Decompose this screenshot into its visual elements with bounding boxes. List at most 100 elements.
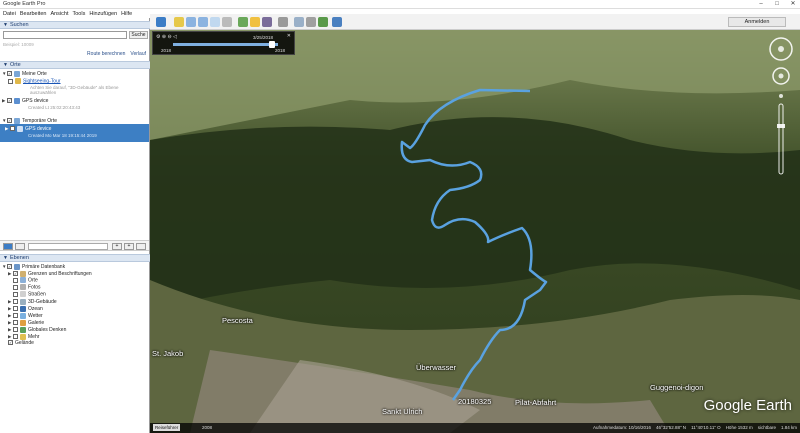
list-icon[interactable] [15, 243, 25, 250]
street-view-icon[interactable] [779, 94, 783, 98]
checkbox[interactable] [13, 334, 18, 340]
maximize-button[interactable]: □ [772, 0, 782, 8]
label-track-date[interactable]: 20180325 [458, 397, 491, 406]
navigation-controls[interactable] [768, 36, 794, 186]
sidebar-toggle-icon[interactable] [156, 17, 166, 27]
move-down-icon[interactable]: + [124, 243, 134, 250]
places-header[interactable]: ▼ Orte [0, 61, 150, 69]
layer-photos[interactable]: Fotos [13, 284, 41, 291]
look-joystick[interactable] [778, 46, 784, 52]
checkbox[interactable]: ✓ [7, 71, 12, 77]
label-guggenoi[interactable]: Guggenoi-digon [650, 383, 703, 392]
tree-item-sightseeing[interactable]: Sightseeing-Tour [8, 78, 61, 85]
checkbox[interactable] [13, 313, 18, 319]
tree-item-gps-device-temp[interactable]: ▶ ✓ GPS device [5, 125, 51, 132]
historical-imagery-icon[interactable] [238, 17, 248, 27]
save-image-icon[interactable] [332, 17, 342, 27]
minimize-button[interactable]: – [756, 0, 766, 8]
label-pescosta[interactable]: Pescosta [222, 316, 253, 325]
layer-terrain[interactable]: ✓ Gelände [8, 340, 34, 347]
tour-guide-button[interactable]: Reiseführer [153, 424, 181, 431]
checkbox[interactable] [13, 284, 18, 290]
label-st-jakob[interactable]: St. Jakob [152, 349, 183, 358]
timeslider-thumb[interactable] [269, 41, 275, 48]
menu-ansicht[interactable]: Ansicht [50, 11, 68, 17]
search-header[interactable]: ▼ Suchen [0, 21, 150, 29]
email-icon[interactable] [294, 17, 304, 27]
move-up-icon[interactable]: + [112, 243, 122, 250]
layer-roads[interactable]: Straßen [13, 291, 46, 298]
checkbox[interactable] [13, 306, 18, 312]
layer-weather[interactable]: ▶ Wetter [8, 312, 43, 319]
menu-datei[interactable]: Datei [3, 11, 16, 17]
sunlight-icon[interactable] [250, 17, 260, 27]
layer-3d[interactable]: ▶ 3D-Gebäude [8, 298, 57, 305]
checkbox[interactable]: ✓ [7, 264, 12, 270]
buildings-icon [20, 298, 26, 305]
tree-item-meine-orte[interactable]: ▼ ✓ Meine Orte [2, 70, 47, 77]
timeslider-close-icon[interactable]: ✕ [287, 33, 291, 39]
label-sankt-ulrich[interactable]: Sankt Ulrich [382, 407, 422, 416]
checkbox[interactable] [13, 277, 18, 283]
menu-bar: Datei Bearbeiten Ansicht Tools Hinzufüge… [0, 9, 150, 18]
layer-ocean[interactable]: ▶ Ozean [8, 305, 43, 312]
close-button[interactable]: ✕ [788, 0, 798, 8]
checkbox[interactable]: ✓ [8, 340, 13, 346]
menu-hilfe[interactable]: Hilfe [121, 11, 132, 17]
label-pilat[interactable]: Pilat-Abfahrt [515, 398, 556, 407]
add-path-icon[interactable] [198, 17, 208, 27]
move-joystick[interactable] [778, 73, 784, 79]
add-polygon-icon[interactable] [186, 17, 196, 27]
menu-bearbeiten[interactable]: Bearbeiten [20, 11, 47, 17]
layer-primary-db[interactable]: ▼ ✓ Primäre Datenbank [2, 263, 65, 270]
search-places-icon[interactable] [3, 243, 13, 250]
tour-icon [15, 78, 21, 84]
checkbox[interactable] [13, 291, 18, 297]
zoom-slider[interactable] [778, 103, 784, 175]
record-tour-icon[interactable] [222, 17, 232, 27]
gps-track [400, 88, 548, 401]
layer-global-awareness[interactable]: ▶ Globales Denken [8, 326, 66, 333]
places-toolbar: + + [0, 240, 149, 251]
layers-header[interactable]: ▼ Ebenen [0, 254, 150, 262]
layers-tree: ▼ ✓ Primäre Datenbank ▶ ✓ Grenzen und Beschr… [0, 263, 149, 373]
tree-item-gps-device[interactable]: ▶ ✓ GPS device [2, 97, 48, 104]
menu-tools[interactable]: Tools [73, 11, 86, 17]
planets-icon[interactable] [262, 17, 272, 27]
print-icon[interactable] [306, 17, 316, 27]
layer-borders[interactable]: ▶ ✓ Grenzen und Beschriftungen [8, 270, 92, 277]
menu-hinzufuegen[interactable]: Hinzufügen [89, 11, 117, 17]
layer-gallery[interactable]: ▶ Galerie [8, 319, 44, 326]
checkbox[interactable]: ✓ [10, 126, 15, 132]
time-slider[interactable]: ⚙ ⊕ ⊖ ◁ 3/25/2018 ✕ 2018 2018 [152, 31, 295, 55]
earth-view[interactable]: Pescosta St. Jakob Überwasser 20180325 P… [150, 30, 800, 433]
search-input[interactable] [3, 31, 127, 39]
layer-more[interactable]: ▶ Mehr [8, 333, 39, 340]
label-uberwasser[interactable]: Überwasser [416, 363, 456, 372]
timeslider-controls-icon[interactable]: ⚙ ⊕ ⊖ ◁ [156, 34, 177, 40]
new-folder-icon[interactable] [136, 243, 146, 250]
tree-item-sub: Achten Sie darauf, "3D-Gebäude" als Eben… [30, 85, 119, 95]
timeslider-start: 2018 [161, 48, 172, 53]
eye-altitude: 1.84 km [780, 425, 797, 430]
route-link[interactable]: Route berechnen [87, 51, 125, 57]
checkbox[interactable] [13, 327, 18, 333]
add-placemark-icon[interactable] [174, 17, 184, 27]
checkbox[interactable] [8, 78, 13, 84]
view-in-maps-icon[interactable] [318, 17, 328, 27]
checkbox[interactable]: ✓ [7, 118, 12, 124]
tree-item-temporaere-orte[interactable]: ▼ ✓ Temporäre Orte [2, 117, 57, 124]
ruler-icon[interactable] [278, 17, 288, 27]
history-link[interactable]: Verlauf [130, 51, 146, 57]
login-button[interactable]: Anmelden [728, 17, 786, 27]
checkbox[interactable]: ✓ [13, 271, 18, 277]
layer-places[interactable]: Orte [13, 277, 38, 284]
checkbox[interactable]: ✓ [7, 98, 12, 104]
zoom-thumb[interactable] [777, 124, 785, 128]
add-overlay-icon[interactable] [210, 17, 220, 27]
checkbox[interactable] [13, 320, 18, 326]
places-filter-input[interactable] [28, 243, 108, 250]
checkbox[interactable] [13, 299, 18, 305]
timeslider-track[interactable] [173, 43, 278, 46]
search-button[interactable]: Suche [129, 31, 148, 39]
